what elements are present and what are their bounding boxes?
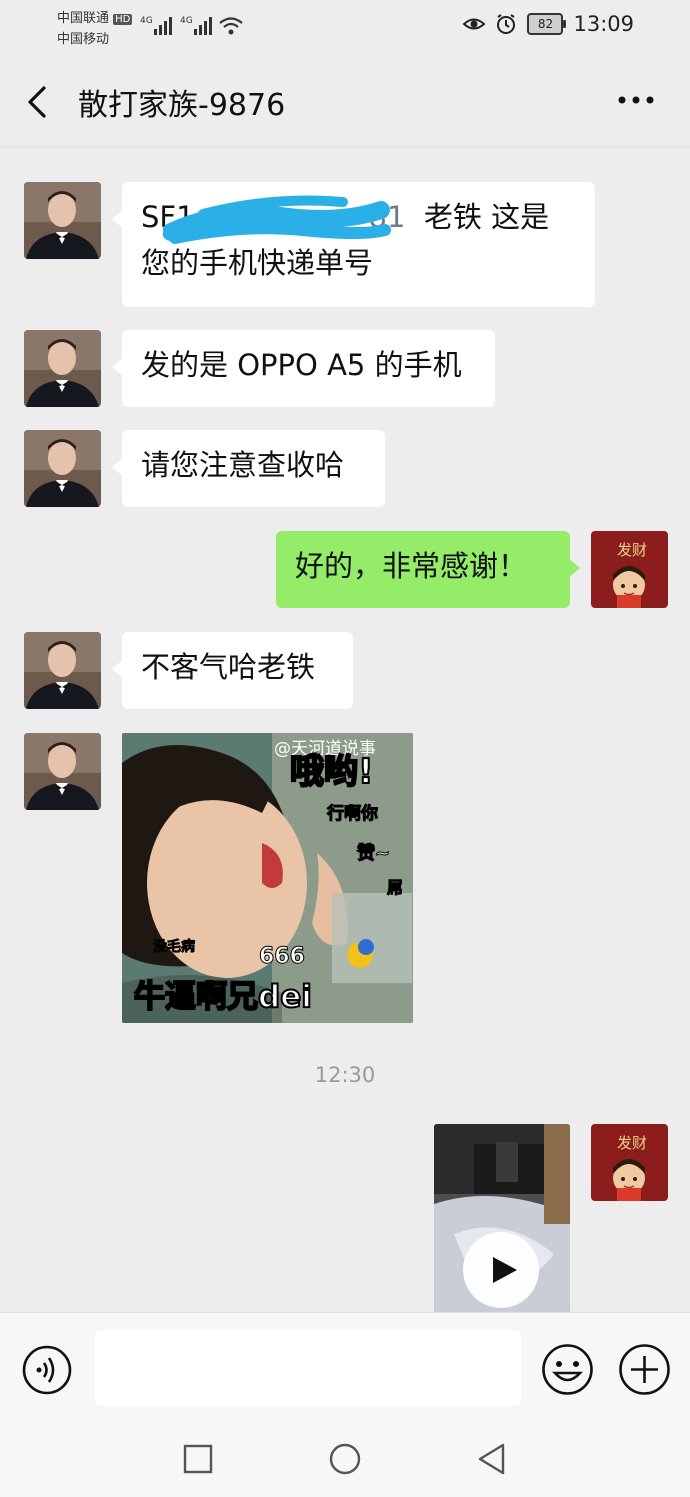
my-avatar[interactable]: 发财 — [591, 531, 668, 608]
voice-icon[interactable] — [22, 1345, 72, 1395]
my-avatar-image: 发财 — [591, 531, 668, 608]
contact-avatar[interactable] — [24, 733, 101, 810]
sticker-image[interactable]: @天河道说事 哦哟! 行啊你 赞~ 屌 没毛病 666 牛逼啊兄dei — [122, 733, 413, 1023]
chat-header: 散打家族-9876 — [0, 56, 690, 147]
carrier-1: 中国联通 — [57, 11, 110, 26]
chat-title: 散打家族-9876 — [78, 88, 286, 123]
contact-avatar[interactable] — [24, 632, 101, 709]
contact-avatar-image — [24, 330, 101, 407]
circle-nav-icon[interactable] — [328, 1442, 362, 1476]
input-bar — [0, 1312, 690, 1421]
sticker-caption-2: 行啊你 — [326, 803, 378, 824]
hd-badge: HD — [113, 14, 133, 25]
status-bar: 中国联通 HD 中国移动 4G 4G 82 13:09 — [0, 0, 690, 56]
net-label-1: 4G — [140, 16, 153, 26]
contact-avatar[interactable] — [24, 330, 101, 407]
triangle-nav-icon[interactable] — [475, 1442, 509, 1476]
my-avatar-image: 发财 — [591, 1124, 668, 1201]
play-icon[interactable] — [462, 1231, 540, 1309]
net-label-2: 4G — [180, 16, 193, 26]
message-bubble[interactable]: 请您注意查收哈 — [112, 430, 385, 507]
sticker-caption-4: 屌 — [387, 878, 403, 897]
eye-icon — [463, 18, 486, 30]
message-line-1-text: 老铁 这是 — [423, 200, 550, 234]
more-icon[interactable] — [618, 94, 654, 106]
sticker-caption-3: 赞~ — [356, 843, 390, 864]
emoji-icon[interactable] — [541, 1343, 594, 1396]
message-bubble[interactable]: 不客气哈老铁 — [112, 632, 353, 709]
contact-avatar-image — [24, 733, 101, 810]
sticker-caption-5: 没毛病 — [153, 938, 195, 955]
contact-avatar-image — [24, 182, 101, 259]
sticker-caption-6: 666 — [259, 944, 305, 969]
redaction-scribble — [163, 195, 391, 244]
status-time: 13:09 — [573, 12, 634, 36]
sticker-graphic: @天河道说事 哦哟! 行啊你 赞~ 屌 没毛病 666 牛逼啊兄dei — [122, 733, 413, 1023]
plus-icon[interactable] — [618, 1343, 671, 1396]
contact-avatar-image — [24, 632, 101, 709]
avatar-facai-text: 发财 — [617, 1134, 647, 1152]
contact-avatar[interactable] — [24, 430, 101, 507]
alarm-icon — [497, 14, 516, 34]
carrier-info: 中国联通 HD 中国移动 — [57, 9, 133, 50]
battery-indicator: 82 — [527, 13, 567, 35]
message-bubble[interactable]: 发的是 OPPO A5 的手机 — [112, 330, 495, 407]
message-bubble-outgoing[interactable]: 好的，非常感谢！ — [276, 531, 580, 608]
square-nav-icon[interactable] — [181, 1442, 215, 1476]
back-icon[interactable] — [24, 84, 54, 120]
signal-icon: 4G — [140, 16, 172, 35]
my-avatar[interactable]: 发财 — [591, 1124, 668, 1201]
wifi-icon — [219, 17, 243, 35]
system-nav-bar — [0, 1420, 690, 1497]
sticker-caption-1: 哦哟! — [290, 752, 374, 792]
avatar-facai-text: 发财 — [617, 541, 647, 559]
contact-avatar-image — [24, 430, 101, 507]
message-input[interactable] — [95, 1330, 521, 1406]
sticker-caption-7: 牛逼啊兄dei — [134, 979, 312, 1015]
carrier-2: 中国移动 — [57, 32, 110, 47]
signal-icon-2: 4G — [180, 16, 212, 35]
chat-timestamp: 12:30 — [314, 1063, 376, 1087]
contact-avatar[interactable] — [24, 182, 101, 259]
